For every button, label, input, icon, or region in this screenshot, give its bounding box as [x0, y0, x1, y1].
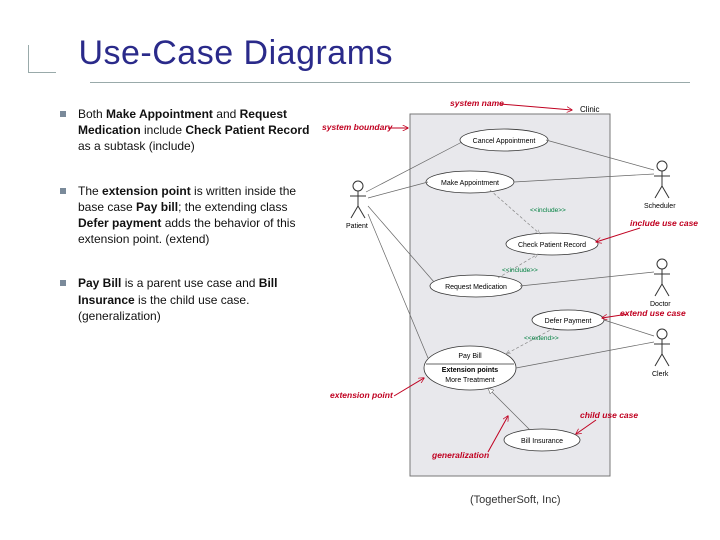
bullet-item: Pay Bill is a parent use case and Bill I…: [60, 275, 310, 324]
slide-title-block: Use-Case Diagrams: [28, 34, 393, 73]
annot-child: child use case: [580, 410, 638, 420]
actor-clerk: Clerk: [652, 329, 670, 378]
svg-text:Request Medication: Request Medication: [445, 284, 507, 291]
bullet-item: The extension point is written inside th…: [60, 183, 310, 248]
svg-text:Clerk: Clerk: [652, 371, 669, 378]
actor-doctor: Doctor: [650, 259, 671, 308]
stereo-include-2: <<include>>: [502, 267, 538, 274]
credit-text: (TogetherSoft, Inc): [470, 494, 561, 506]
annot-system-name: system name: [450, 98, 504, 108]
stereo-extend: <<extend>>: [524, 335, 559, 342]
svg-text:More Treatment: More Treatment: [445, 377, 494, 384]
annot-system-boundary: system boundary: [322, 122, 394, 132]
annot-extpoint: extension point: [330, 390, 394, 400]
system-name-label: Clinic: [580, 105, 600, 114]
svg-text:Doctor: Doctor: [650, 301, 671, 308]
usecase-diagram: Clinic system name system boundary Patie…: [320, 96, 700, 486]
actor-patient: Patient: [346, 181, 368, 230]
svg-text:Cancel Appointment: Cancel Appointment: [473, 138, 536, 145]
annot-generalization: generalization: [431, 450, 489, 460]
svg-text:Patient: Patient: [346, 223, 368, 230]
svg-text:Check Patient Record: Check Patient Record: [518, 242, 586, 249]
svg-text:Make Appointment: Make Appointment: [441, 180, 499, 187]
svg-text:Pay Bill: Pay Bill: [458, 353, 482, 360]
bullet-list: Both Make Appointment and Request Medica…: [60, 106, 310, 352]
title-ornament: [28, 45, 56, 73]
stereo-include-1: <<include>>: [530, 207, 566, 214]
annot-extend: extend use case: [620, 308, 686, 318]
bullet-item: Both Make Appointment and Request Medica…: [60, 106, 310, 155]
svg-text:Defer Payment: Defer Payment: [545, 318, 592, 325]
svg-text:Scheduler: Scheduler: [644, 203, 676, 210]
uc-paybill: Pay Bill Extension points More Treatment: [424, 346, 516, 390]
svg-text:Bill Insurance: Bill Insurance: [521, 438, 563, 445]
system-boundary: [410, 114, 610, 476]
slide-title: Use-Case Diagrams: [78, 34, 393, 73]
annot-include: include use case: [630, 218, 698, 228]
title-rule: [90, 82, 690, 83]
svg-text:Extension points: Extension points: [442, 367, 499, 374]
